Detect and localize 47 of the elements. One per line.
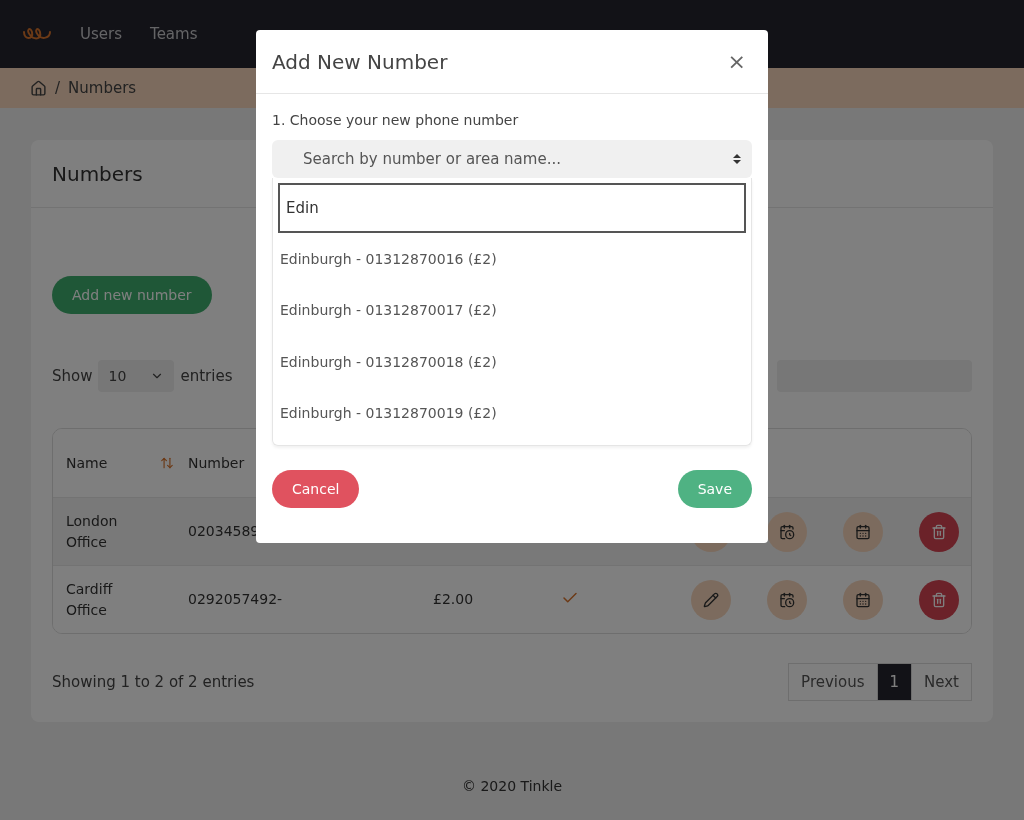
breadcrumb-current: Numbers — [68, 79, 137, 97]
nav-link[interactable]: Teams — [150, 25, 198, 43]
edit-button[interactable] — [691, 579, 731, 620]
number-select[interactable]: Search by number or area name... — [272, 140, 752, 178]
name-cell-text: London Office — [66, 511, 119, 552]
column-header[interactable]: Number — [188, 455, 245, 471]
price-cell-text: £2.00 — [433, 590, 475, 609]
dropdown-option[interactable]: Edinburgh - 01312870017 (£2) — [278, 284, 746, 336]
pagination-button[interactable]: 1 — [876, 663, 913, 701]
trash-icon — [931, 591, 947, 608]
schedule-button[interactable] — [767, 511, 807, 552]
calendar-button[interactable] — [843, 579, 883, 620]
calendar-button[interactable] — [843, 511, 883, 552]
calendar-icon — [855, 523, 871, 540]
pencil-icon — [703, 591, 719, 608]
pagination-button[interactable]: Next — [911, 663, 972, 701]
pagination-button[interactable]: Previous — [788, 663, 878, 701]
trash-icon — [931, 523, 947, 540]
dropdown-option[interactable]: Edinburgh - 01312870016 (£2) — [278, 233, 746, 285]
delete-button[interactable] — [919, 511, 959, 552]
nav-link[interactable]: Users — [80, 25, 122, 43]
dropdown-search-field[interactable]: Edin — [278, 183, 746, 233]
name-cell-text: Cardiff Office — [66, 579, 114, 620]
logo-icon[interactable] — [22, 26, 52, 42]
column-header[interactable]: Name — [66, 455, 108, 471]
schedule-button[interactable] — [767, 579, 807, 620]
calendar-icon — [855, 591, 871, 608]
copyright: © 2020 Tinkle — [462, 778, 562, 794]
calendar-clock-icon — [779, 523, 795, 540]
sort-icon[interactable] — [160, 456, 174, 470]
home-icon[interactable] — [30, 79, 47, 97]
dialog-title: Add New Number — [272, 49, 448, 74]
calendar-clock-icon — [779, 591, 795, 608]
close-button[interactable]: × — [721, 49, 752, 74]
dropdown-option[interactable]: Edinburgh - 01312870019 (£2) — [278, 387, 746, 439]
number-cell-text: 0292057492- — [188, 590, 284, 609]
entries-label: entries — [180, 367, 233, 385]
save-button[interactable]: Save — [677, 470, 752, 508]
dropdown-option[interactable]: Edinburgh - 01312870018 (£2) — [278, 336, 746, 388]
sort-caret-icon — [732, 152, 742, 166]
table-info: Showing 1 to 2 of 2 entries — [52, 673, 255, 691]
cancel-button[interactable]: Cancel — [272, 470, 360, 508]
delete-button[interactable] — [919, 579, 959, 620]
show-label: Show — [52, 367, 93, 385]
step-label: 1. Choose your new phone number — [272, 112, 520, 128]
page-length-select[interactable]: 10 — [98, 360, 175, 392]
breadcrumb-separator: / — [55, 79, 61, 97]
